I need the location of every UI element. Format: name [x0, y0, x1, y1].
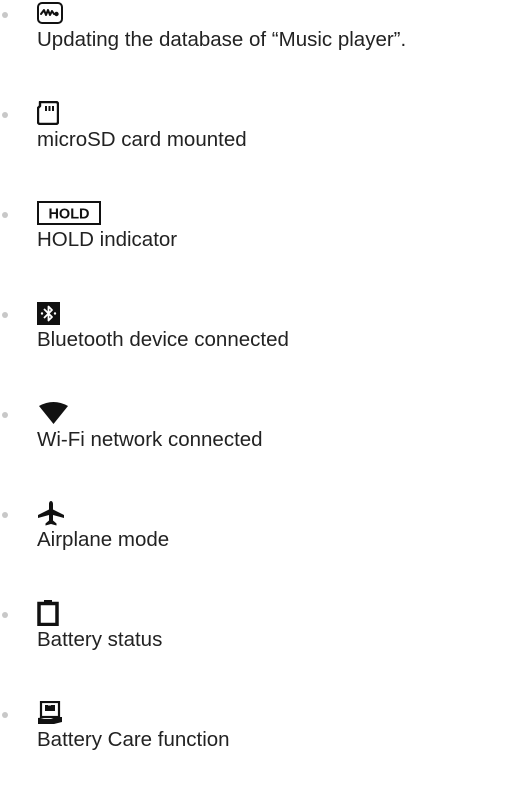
- bullet: [2, 212, 8, 218]
- item-label: Bluetooth device connected: [37, 328, 289, 351]
- wifi-icon: [37, 400, 70, 426]
- item-label: microSD card mounted: [37, 128, 247, 151]
- bullet: [2, 612, 8, 618]
- item-label: Battery Care function: [37, 728, 230, 751]
- list-item: Updating the database of “Music player”.: [0, 0, 507, 100]
- item-label: Updating the database of “Music player”.: [37, 28, 407, 51]
- bullet: [2, 312, 8, 318]
- item-label: Airplane mode: [37, 528, 170, 551]
- hold-icon: HOLD: [37, 200, 101, 226]
- item-label: Wi-Fi network connected: [37, 428, 263, 451]
- item-label: HOLD indicator: [37, 228, 178, 251]
- microsd-card-icon: [37, 100, 59, 126]
- bullet: [2, 12, 8, 18]
- bullet: [2, 712, 8, 718]
- list-item: Airplane mode: [0, 500, 507, 600]
- item-label: Battery status: [37, 628, 163, 651]
- list-item: Battery status: [0, 600, 507, 700]
- bullet: [2, 512, 8, 518]
- status-icon-list: Updating the database of “Music player”.…: [0, 0, 507, 800]
- list-item: microSD card mounted: [0, 100, 507, 200]
- airplane-icon: [37, 500, 65, 526]
- hold-icon-text: HOLD: [48, 207, 89, 223]
- list-item: Bluetooth device connected: [0, 300, 507, 400]
- music-player-database-icon: [37, 0, 63, 26]
- list-item: Battery Care function: [0, 700, 507, 800]
- list-item: Wi-Fi network connected: [0, 400, 507, 500]
- bluetooth-icon: [37, 300, 60, 326]
- list-item: HOLD HOLD indicator: [0, 200, 507, 300]
- battery-care-icon: [37, 700, 63, 726]
- bullet: [2, 112, 8, 118]
- battery-icon: [37, 600, 59, 626]
- bullet: [2, 412, 8, 418]
